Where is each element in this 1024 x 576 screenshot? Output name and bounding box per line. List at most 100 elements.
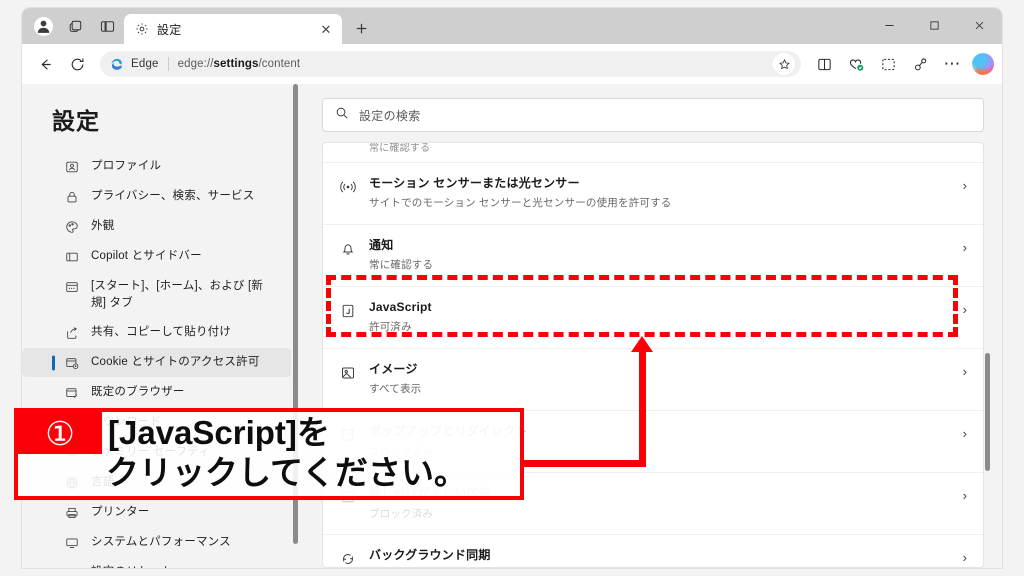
sidebar-item-family-safety[interactable]: ファミリー セーフティ: [22, 438, 292, 467]
permission-row-sub: すべて表示: [369, 383, 422, 396]
edge-brand-label: Edge: [131, 58, 159, 70]
permission-row-popups-redirects[interactable]: ポップアップとリダイレクト ブロック済み ›: [323, 411, 983, 474]
permission-row-texts: 押し付けがましい広告 ブロック済み: [369, 486, 967, 521]
close-button[interactable]: [957, 8, 1002, 42]
favorite-star-icon[interactable]: [773, 53, 795, 75]
sidebar-item-downloads[interactable]: ダウンロード: [22, 408, 292, 437]
address-text: edge://settings/content: [177, 58, 301, 70]
sidebar-scrollbar-track[interactable]: [291, 84, 300, 568]
sidebar-item-reset-settings[interactable]: 設定のリセット: [22, 558, 292, 568]
permission-row-title: イメージ: [369, 362, 418, 377]
sidebar-item-label: システムとパフォーマンス: [91, 536, 231, 549]
permission-row-images[interactable]: イメージ すべて表示 ›: [323, 349, 983, 412]
tab-strip-system-buttons: [22, 8, 124, 44]
search-input[interactable]: 設定の検索: [322, 98, 984, 132]
javascript-icon: [339, 302, 356, 319]
page-title: 設定: [52, 108, 100, 134]
motion-sensor-icon: [339, 178, 356, 195]
sidebar-item-printers[interactable]: プリンター: [22, 498, 292, 527]
sidebar-item-languages[interactable]: 言語: [22, 468, 292, 497]
back-button[interactable]: [30, 49, 60, 79]
collections-icon[interactable]: [841, 49, 871, 79]
sidebar-item-profile[interactable]: プロファイル: [22, 152, 292, 181]
new-tab-button[interactable]: [346, 13, 376, 43]
vertical-tabs-icon[interactable]: [92, 11, 122, 41]
permission-row-intrusive-ads[interactable]: 押し付けがましい広告 ブロック済み ›: [323, 473, 983, 536]
sidebar-scrollbar-thumb[interactable]: [293, 84, 298, 544]
sidebar-item-label: [スタート]、[ホーム]、および [新規] タブ: [91, 280, 264, 309]
browser-toolbar: Edge edge://settings/content ⋯: [22, 44, 1002, 84]
permission-row-texts: イメージ すべて表示: [369, 362, 967, 397]
sidebar-item-share-copy-paste[interactable]: 共有、コピーして貼り付け: [22, 318, 292, 347]
default-browser-icon: [64, 385, 80, 401]
permission-row-sub: 常に確認する: [369, 259, 434, 272]
permission-row-texts: バックグラウンド同期 最近閉じたサイトでデータの送受信の完了を許可する: [369, 548, 967, 567]
browser-essentials-icon[interactable]: [905, 49, 935, 79]
content-scrollbar-track[interactable]: [991, 140, 998, 560]
permission-row-title: JavaScript: [369, 300, 432, 315]
sidebar-item-system-performance[interactable]: システムとパフォーマンス: [22, 528, 292, 557]
sidebar-item-privacy[interactable]: プライバシー、検索、サービス: [22, 182, 292, 211]
permission-row-texts: モーション センサーまたは光センサー サイトでのモーション センサーと光センサー…: [369, 176, 967, 211]
sidebar-item-label: プライバシー、検索、サービス: [91, 190, 255, 202]
sidebar-item-label: プロファイル: [91, 160, 162, 172]
partial-row-top: 常に確認する: [323, 143, 983, 163]
search-icon: [335, 106, 349, 125]
popup-icon: [339, 426, 356, 443]
sidebar-item-label: 設定のリセット: [91, 564, 173, 568]
system-icon: [64, 535, 80, 551]
sidebar-item-label: Cookie とサイトのアクセス許可: [91, 356, 260, 369]
permission-row-sub: ブロック済み: [369, 445, 434, 458]
settings-page: 設定 プロファイル プライバシー、検索、サービス 外観 Copilot とサイド…: [22, 84, 1002, 568]
tab-settings[interactable]: 設定 ✕: [124, 14, 342, 44]
chevron-right-icon: ›: [962, 302, 967, 318]
sidebar-item-appearance[interactable]: 外観: [22, 212, 292, 241]
permission-row-sub: サイトでのモーション センサーと光センサーの使用を許可する: [369, 197, 672, 210]
profile-button[interactable]: [28, 11, 58, 41]
address-bar[interactable]: Edge edge://settings/content: [100, 51, 801, 77]
sidebar-item-start-home-newtab[interactable]: [スタート]、[ホーム]、および [新規] タブ: [22, 272, 292, 317]
sidebar-item-label: Copilot とサイドバー: [91, 250, 202, 262]
gear-icon: [134, 21, 150, 37]
minimize-button[interactable]: [867, 8, 912, 42]
permission-row-title: バックグラウンド同期: [369, 548, 491, 563]
tab-title: 設定: [157, 22, 182, 37]
reset-icon: [64, 565, 80, 568]
permission-row-sub: 許可済み: [369, 321, 412, 334]
split-screen-icon[interactable]: [809, 49, 839, 79]
sidebar-item-default-browser[interactable]: 既定のブラウザー: [22, 378, 292, 407]
lock-icon: [64, 189, 80, 205]
avatar: [33, 16, 53, 36]
screenshot-icon[interactable]: [873, 49, 903, 79]
content-scrollbar-thumb[interactable]: [985, 353, 990, 471]
permission-row-javascript[interactable]: JavaScript 許可済み ›: [323, 287, 983, 350]
copilot-icon[interactable]: [972, 53, 994, 75]
refresh-button[interactable]: [62, 49, 92, 79]
more-icon[interactable]: ⋯: [937, 49, 967, 79]
close-icon[interactable]: ✕: [316, 19, 336, 39]
settings-content: 設定の検索 常に確認する モーション センサーまたは光センサー サイトでのモーシ…: [300, 84, 1002, 568]
image-icon: [339, 364, 356, 381]
download-icon: [64, 415, 80, 431]
startpage-icon: [64, 279, 80, 295]
sidebar-item-label: ダウンロード: [91, 416, 162, 429]
permission-row-background-sync[interactable]: バックグラウンド同期 最近閉じたサイトでデータの送受信の完了を許可する ›: [323, 535, 983, 567]
sidebar-item-label: 外観: [91, 220, 115, 232]
permission-row-notifications[interactable]: 通知 常に確認する ›: [323, 225, 983, 288]
sidebar-item-copilot-sidebar[interactable]: Copilot とサイドバー: [22, 242, 292, 271]
maximize-button[interactable]: [912, 8, 957, 42]
permission-row-motion-sensor[interactable]: モーション センサーまたは光センサー サイトでのモーション センサーと光センサー…: [323, 163, 983, 226]
omnibox-divider: [167, 57, 169, 71]
partial-row-sub: 常に確認する: [369, 143, 431, 154]
family-icon: [64, 445, 80, 461]
sidebar-item-label: ファミリー セーフティ: [91, 446, 211, 459]
permission-row-title: 通知: [369, 238, 394, 253]
chevron-right-icon: ›: [962, 426, 967, 442]
tab-strip: 設定 ✕: [22, 8, 1002, 44]
tab-actions-icon[interactable]: [60, 11, 90, 41]
sidebar-item-label: 既定のブラウザー: [91, 386, 185, 399]
browser-window: 設定 ✕ Edge edge://settings/content ⋯ 設定 プ…: [22, 8, 1002, 568]
sidebar-item-cookies-site-permissions[interactable]: Cookie とサイトのアクセス許可: [22, 348, 292, 378]
chevron-right-icon: ›: [962, 488, 967, 504]
sidebar-item-label: プリンター: [91, 506, 150, 519]
